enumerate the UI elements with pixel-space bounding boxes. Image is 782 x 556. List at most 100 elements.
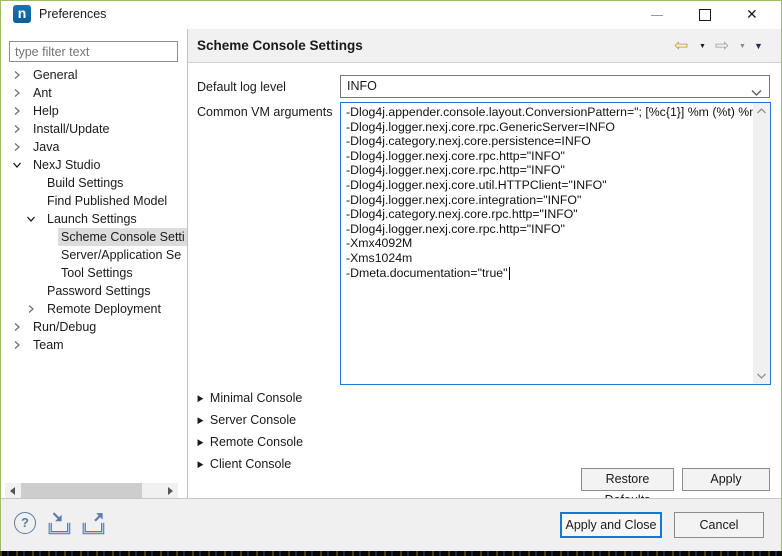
scroll-down-button[interactable]: [753, 368, 770, 384]
collapsed-chevron-icon[interactable]: [12, 70, 22, 80]
tree-item-remote-deployment[interactable]: Remote Deployment: [2, 300, 187, 318]
import-icon[interactable]: [47, 512, 73, 536]
scroll-left-icon: [10, 487, 15, 495]
filter-input[interactable]: [9, 41, 178, 62]
apply-button[interactable]: Apply: [682, 468, 770, 491]
cancel-button[interactable]: Cancel: [674, 512, 764, 538]
help-icon[interactable]: ?: [14, 512, 36, 534]
tree-item-tool-settings[interactable]: Tool Settings: [2, 264, 187, 282]
section-label: Remote Console: [210, 435, 303, 449]
view-menu-icon[interactable]: ▼: [754, 41, 763, 51]
apply-and-close-button[interactable]: Apply and Close: [560, 512, 662, 538]
section-minimal-console[interactable]: ▶Minimal Console: [197, 389, 302, 407]
tree-item-nexj-studio[interactable]: NexJ Studio: [2, 156, 187, 174]
tree-item-label: Team: [30, 336, 67, 354]
tree-item-launch-settings[interactable]: Launch Settings: [2, 210, 187, 228]
tree-item-team[interactable]: Team: [2, 336, 187, 354]
text-caret: [509, 267, 510, 280]
scroll-right-button[interactable]: [162, 483, 178, 498]
settings-panel: Scheme Console Settings ⇦ ▼ ⇨ ▼ ▼ Defaul…: [188, 29, 781, 498]
collapsed-chevron-icon[interactable]: [12, 322, 22, 332]
tree-item-password-settings[interactable]: Password Settings: [2, 282, 187, 300]
indent-spacer: [40, 268, 50, 278]
indent-spacer: [26, 196, 36, 206]
indent-spacer: [26, 286, 36, 296]
export-icon[interactable]: [81, 512, 107, 536]
forward-history-dropdown-icon[interactable]: ▼: [739, 43, 746, 50]
vm-arguments-textarea[interactable]: -Dlog4j.appender.console.layout.Conversi…: [340, 102, 771, 385]
minimize-button[interactable]: [641, 1, 673, 28]
restore-defaults-button[interactable]: Restore Defaults: [581, 468, 674, 491]
collapsed-twistie-icon: ▶: [198, 437, 204, 448]
window-title: Preferences: [39, 7, 106, 21]
chevron-up-icon: [757, 108, 766, 114]
section-remote-console[interactable]: ▶ Remote Console: [197, 433, 303, 451]
tree-item-label: Ant: [30, 84, 55, 102]
vm-argument-line: -Dlog4j.category.nexj.core.rpc.http="INF…: [346, 207, 750, 222]
tree-item-label: Scheme Console Setti: [58, 228, 187, 246]
collapsed-chevron-icon[interactable]: [12, 340, 22, 350]
tree-item-label: Java: [30, 138, 62, 156]
tree-item-server-application-se[interactable]: Server/Application Se: [2, 246, 187, 264]
vm-argument-line: -Dlog4j.logger.nexj.core.rpc.http="INFO": [346, 149, 750, 164]
vm-argument-line: -Dlog4j.logger.nexj.core.rpc.http="INFO": [346, 163, 750, 178]
tree-item-run-debug[interactable]: Run/Debug: [2, 318, 187, 336]
scroll-up-button[interactable]: [753, 103, 770, 119]
back-history-dropdown-icon[interactable]: ▼: [699, 43, 706, 50]
scroll-left-button[interactable]: [5, 483, 21, 498]
collapsed-chevron-icon[interactable]: [26, 304, 36, 314]
tree-item-install-update[interactable]: Install/Update: [2, 120, 187, 138]
expanded-chevron-icon[interactable]: [26, 214, 36, 224]
log-level-select[interactable]: INFO: [340, 75, 770, 98]
footer-bar: ? Apply and Close Cancel: [1, 499, 781, 551]
indent-spacer: [40, 250, 50, 260]
page-header: Scheme Console Settings ⇦ ▼ ⇨ ▼ ▼: [188, 29, 781, 63]
tree-item-label: Run/Debug: [30, 318, 99, 336]
tree-item-label: Password Settings: [44, 282, 154, 300]
sidebar: GeneralAntHelpInstall/UpdateJavaNexJ Stu…: [2, 29, 187, 498]
section-label: Client Console: [210, 457, 291, 471]
tree-item-java[interactable]: Java: [2, 138, 187, 156]
tree-item-label: Server/Application Se: [58, 246, 184, 264]
tree-item-label: General: [30, 66, 80, 84]
vm-arguments-text: -Dlog4j.appender.console.layout.Conversi…: [346, 105, 750, 280]
log-level-label: Default log level: [197, 80, 286, 94]
back-arrow-icon[interactable]: ⇦: [674, 36, 688, 56]
indent-spacer: [26, 178, 36, 188]
tree-item-build-settings[interactable]: Build Settings: [2, 174, 187, 192]
close-button[interactable]: ✕: [737, 1, 769, 28]
close-icon: ✕: [746, 6, 758, 23]
tree-item-find-published-model[interactable]: Find Published Model: [2, 192, 187, 210]
forward-arrow-icon[interactable]: ⇨: [715, 36, 729, 56]
title-bar: n Preferences ✕: [1, 1, 781, 28]
tree-item-label: Build Settings: [44, 174, 126, 192]
maximize-button[interactable]: [689, 1, 721, 28]
indent-spacer: [40, 232, 50, 242]
collapsed-chevron-icon[interactable]: [12, 142, 22, 152]
collapsed-chevron-icon[interactable]: [12, 88, 22, 98]
section-label: Minimal Console: [210, 391, 302, 405]
tree-item-label: Help: [30, 102, 62, 120]
tree-item-label: Install/Update: [30, 120, 112, 138]
minimize-icon: [651, 15, 663, 16]
tree-item-ant[interactable]: Ant: [2, 84, 187, 102]
vm-argument-line: -Dlog4j.appender.console.layout.Conversi…: [346, 105, 750, 120]
collapsed-chevron-icon[interactable]: [12, 106, 22, 116]
tree-item-help[interactable]: Help: [2, 102, 187, 120]
chevron-down-icon: [757, 373, 766, 379]
tree-item-label: Find Published Model: [44, 192, 170, 210]
tree-item-scheme-console-setti[interactable]: Scheme Console Setti: [2, 228, 187, 246]
collapsed-chevron-icon[interactable]: [12, 124, 22, 134]
tree-item-general[interactable]: General: [2, 66, 187, 84]
maximize-icon: [699, 9, 711, 21]
chevron-down-icon: [751, 83, 762, 104]
vm-scrollbar[interactable]: [753, 103, 770, 384]
expanded-chevron-icon[interactable]: [12, 160, 22, 170]
tree-item-label: Launch Settings: [44, 210, 140, 228]
scrollbar-thumb[interactable]: [21, 483, 142, 498]
preferences-tree: GeneralAntHelpInstall/UpdateJavaNexJ Stu…: [2, 66, 187, 354]
vm-argument-line: -Xmx4092M: [346, 236, 750, 251]
section-server-console[interactable]: ▶Server Console: [197, 411, 296, 429]
section-client-console[interactable]: ▶Client Console: [197, 455, 291, 473]
tree-horizontal-scrollbar[interactable]: [5, 483, 178, 498]
